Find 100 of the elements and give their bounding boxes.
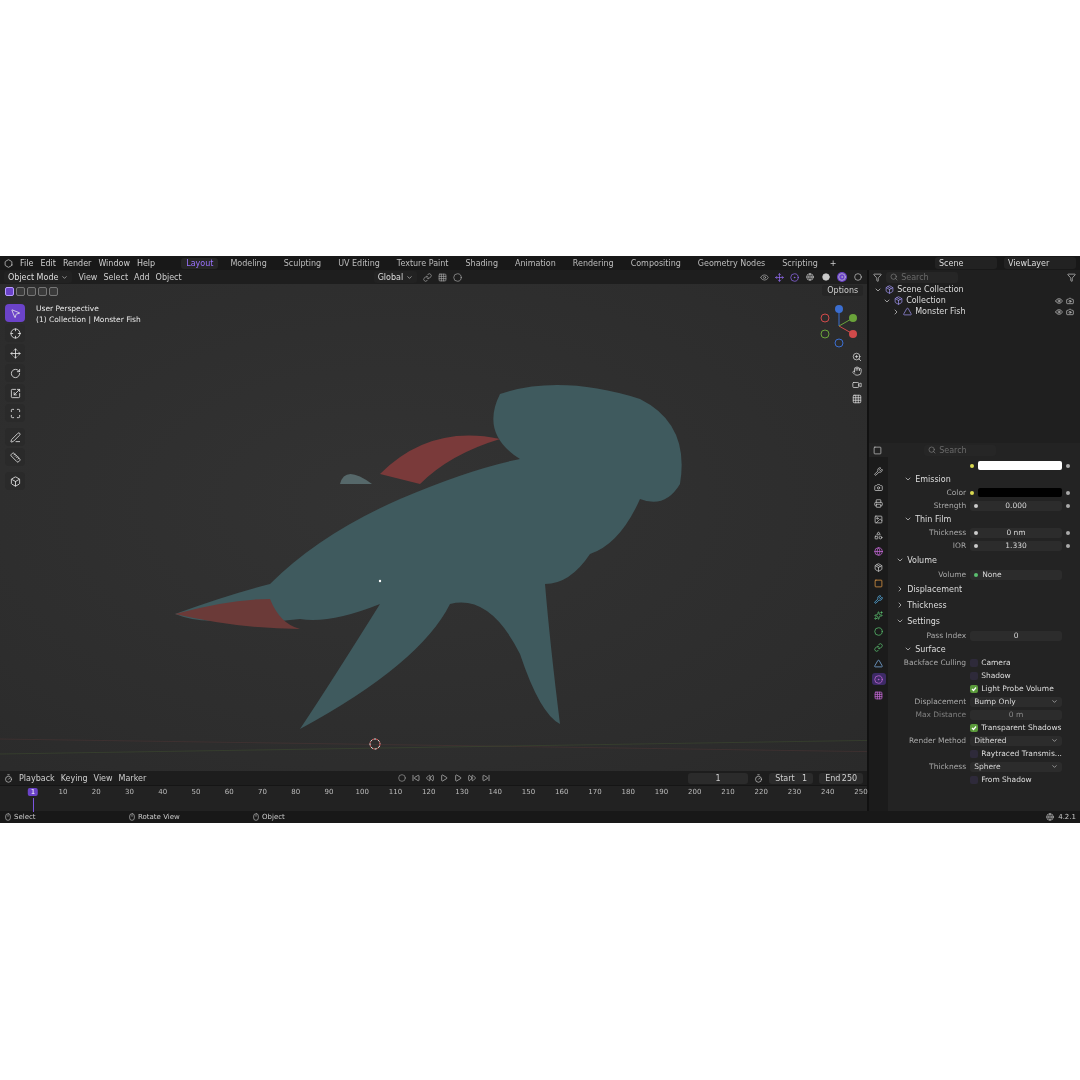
- mode-dropdown[interactable]: Object Mode: [4, 271, 73, 283]
- shading-button[interactable]: [837, 272, 848, 282]
- menu-item[interactable]: Object: [155, 272, 182, 282]
- workspace-tab[interactable]: UV Editing: [333, 257, 385, 269]
- tool-button[interactable]: [5, 384, 25, 402]
- scene-selector[interactable]: Scene: [935, 257, 997, 269]
- workspace-tab[interactable]: Animation: [510, 257, 561, 269]
- menu-item[interactable]: Edit: [40, 258, 56, 268]
- menu-item[interactable]: Marker: [118, 773, 147, 783]
- search-icon: [890, 273, 899, 281]
- start-frame-field[interactable]: Start 1: [769, 772, 814, 784]
- link-icon: [423, 272, 433, 282]
- properties-tab[interactable]: [871, 593, 886, 605]
- menu-item[interactable]: Window: [98, 258, 130, 268]
- wrench-icon: [874, 466, 884, 476]
- end-frame-field[interactable]: End 250: [819, 772, 864, 784]
- panel-header[interactable]: Displacement: [896, 581, 1074, 597]
- color-swatch[interactable]: [978, 461, 1062, 470]
- menu-item[interactable]: Help: [136, 258, 156, 268]
- move-arrows-icon: [9, 347, 21, 359]
- panel-header[interactable]: Thin Film: [896, 512, 1074, 526]
- panel-header[interactable]: Settings: [896, 613, 1074, 629]
- transform-dropdown[interactable]: Global: [373, 271, 418, 283]
- select-mode-button[interactable]: [5, 287, 14, 296]
- color-swatch[interactable]: [978, 488, 1062, 497]
- keyframe-dot[interactable]: [1066, 543, 1070, 548]
- menu-item[interactable]: View: [78, 272, 98, 282]
- shading-button[interactable]: [805, 272, 816, 282]
- workspace-tab[interactable]: Rendering: [567, 257, 619, 269]
- chevron-down-icon: [1051, 737, 1058, 744]
- add-workspace-button[interactable]: +: [829, 258, 837, 268]
- workspace-tab[interactable]: Compositing: [625, 257, 686, 269]
- workspace-tab[interactable]: Geometry Nodes: [692, 257, 771, 269]
- properties-tab[interactable]: [871, 625, 886, 637]
- panel-header[interactable]: Volume: [896, 552, 1074, 568]
- tool-button[interactable]: [5, 448, 25, 466]
- menu-item[interactable]: Keying: [60, 773, 88, 783]
- properties-tab[interactable]: [871, 481, 886, 493]
- jump-end-icon: [482, 774, 491, 782]
- stopwatch-icon: [754, 773, 764, 783]
- options-dropdown[interactable]: Options: [822, 285, 864, 296]
- menu-item[interactable]: Select: [103, 272, 129, 282]
- 3d-cursor-icon[interactable]: [369, 738, 381, 750]
- properties-tab[interactable]: [871, 561, 886, 573]
- properties-tab[interactable]: [871, 657, 886, 669]
- outliner-item[interactable]: Monster Fish: [915, 307, 966, 316]
- workspace-tab[interactable]: Scripting: [777, 257, 823, 269]
- view-layer-selector[interactable]: ViewLayer: [1004, 257, 1076, 269]
- properties-tab[interactable]: [871, 545, 886, 557]
- workspace-tab[interactable]: Modeling: [225, 257, 272, 269]
- tool-button[interactable]: [5, 304, 25, 322]
- menu-item[interactable]: File: [20, 258, 34, 268]
- current-frame-field[interactable]: 1: [688, 772, 749, 784]
- properties-tab[interactable]: [871, 465, 886, 477]
- workspace-tab[interactable]: Sculpting: [278, 257, 327, 269]
- box-icon: [885, 285, 895, 294]
- outliner-item[interactable]: Scene Collection: [897, 285, 964, 294]
- shading-button[interactable]: [821, 272, 832, 282]
- chevron-down-icon: [904, 515, 913, 523]
- properties-tab[interactable]: [871, 609, 886, 621]
- properties-tab[interactable]: [871, 641, 886, 653]
- properties-tab[interactable]: [871, 497, 886, 509]
- workspace-tab[interactable]: Texture Paint: [391, 257, 454, 269]
- chevron-down-icon: [904, 645, 913, 653]
- shading-button[interactable]: [853, 272, 864, 282]
- chevron-down-icon: [1051, 763, 1058, 770]
- wire-sphere-icon: [806, 273, 815, 281]
- select-mode-button[interactable]: [16, 287, 25, 296]
- tool-button[interactable]: [5, 404, 25, 422]
- properties-tab[interactable]: [871, 673, 886, 685]
- panel-header[interactable]: Emission: [896, 472, 1074, 486]
- workspace-tab[interactable]: Shading: [460, 257, 503, 269]
- tool-button[interactable]: [5, 428, 25, 446]
- chevron-down-icon: [896, 556, 905, 564]
- panel-header[interactable]: Thickness: [896, 597, 1074, 613]
- properties-tab[interactable]: [871, 689, 886, 701]
- keyframe-dot[interactable]: [1066, 490, 1070, 495]
- menu-item[interactable]: View: [93, 773, 113, 783]
- properties-tab[interactable]: [871, 513, 886, 525]
- menu-item[interactable]: Render: [62, 258, 92, 268]
- crosshair-icon: [9, 327, 21, 339]
- square-icon: [874, 578, 884, 588]
- mouse-icon: [128, 813, 136, 821]
- menu-item[interactable]: Playback: [19, 773, 55, 783]
- keyframe-dot[interactable]: [1066, 503, 1070, 508]
- app-logo-icon: [4, 258, 13, 268]
- workspace-tab[interactable]: Layout: [181, 257, 219, 269]
- menu-item[interactable]: Add: [134, 272, 150, 282]
- tool-button[interactable]: [5, 472, 25, 490]
- select-mode-button[interactable]: [49, 287, 58, 296]
- tool-button[interactable]: [5, 364, 25, 382]
- select-mode-button[interactable]: [38, 287, 47, 296]
- globe-icon: [874, 546, 884, 556]
- panel-header[interactable]: Surface: [896, 642, 1074, 656]
- outliner-item[interactable]: Collection: [906, 296, 946, 305]
- keyframe-dot[interactable]: [1066, 463, 1070, 468]
- select-mode-button[interactable]: [27, 287, 36, 296]
- properties-tab[interactable]: [871, 577, 886, 589]
- socket-dot: [970, 490, 975, 495]
- keyframe-dot[interactable]: [1066, 530, 1070, 535]
